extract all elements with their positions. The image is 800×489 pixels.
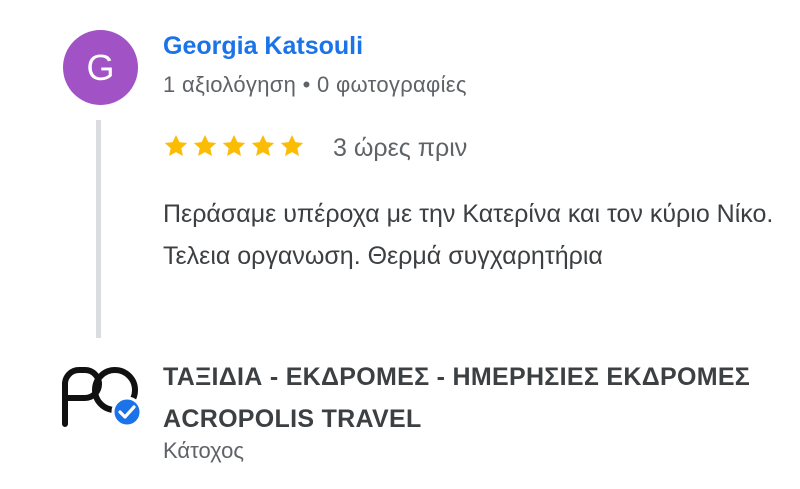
star-rating: [163, 133, 305, 159]
review-card: G Georgia Katsouli 1 αξιολόγηση • 0 φωτο…: [0, 0, 800, 489]
business-logo-icon: [62, 367, 143, 428]
owner-logo: [57, 362, 147, 432]
star-icon: [193, 134, 217, 156]
star-icon: [280, 134, 304, 156]
reviewer-name-link[interactable]: Georgia Katsouli: [163, 32, 363, 61]
thread-divider: [96, 120, 101, 338]
verified-badge-icon: [111, 396, 143, 428]
reviewer-meta: 1 αξιολόγηση • 0 φωτογραφίες: [163, 72, 467, 97]
owner-role-label: Κάτοχος: [163, 438, 244, 463]
avatar-letter: G: [86, 47, 115, 88]
review-text: Περάσαμε υπέροχα με την Κατερίνα και τον…: [163, 200, 774, 270]
owner-business-name: ΤΑΞΙΔΙΑ - ΕΚΔΡΟΜΕΣ - ΗΜΕΡΗΣΙΕΣ ΕΚΔΡΟΜΕΣ …: [163, 363, 751, 433]
star-icon: [164, 134, 188, 156]
star-icon: [251, 134, 275, 156]
reviewer-avatar[interactable]: G: [63, 30, 138, 105]
review-time: 3 ώρες πριν: [333, 134, 468, 162]
star-icon: [222, 134, 246, 156]
